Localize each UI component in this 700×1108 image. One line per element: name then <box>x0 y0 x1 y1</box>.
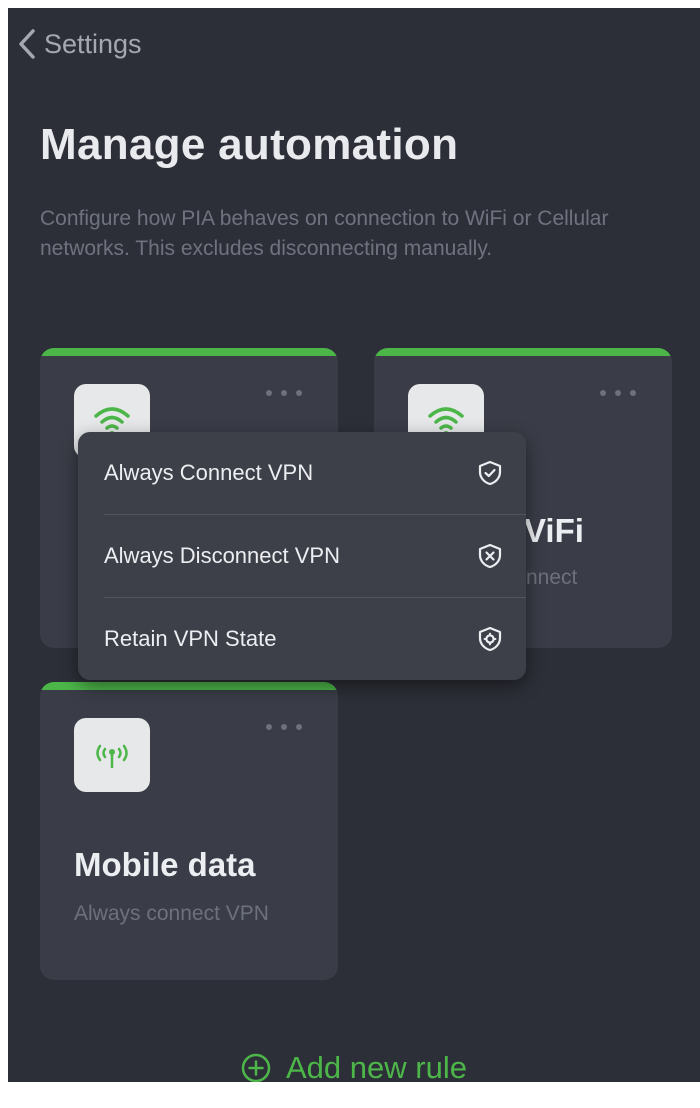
menu-item-label: Always Connect VPN <box>104 460 314 485</box>
page-title: Manage automation <box>40 120 459 169</box>
card-status-bar <box>40 348 338 356</box>
shield-x-icon <box>478 543 502 569</box>
card-more-button[interactable] <box>600 386 636 400</box>
add-new-rule-button[interactable]: Add new rule <box>240 1046 467 1082</box>
back-label: Settings <box>44 28 142 59</box>
card-icon-tile <box>74 718 150 792</box>
card-title: ViFi <box>524 512 584 549</box>
shield-gear-icon <box>478 626 502 652</box>
menu-item-always-disconnect[interactable]: Always Disconnect VPN <box>78 515 526 597</box>
shield-check-icon <box>478 460 502 486</box>
automation-card-mobile-data[interactable]: Mobile data Always connect VPN <box>40 682 338 980</box>
menu-item-label: Retain VPN State <box>104 626 277 651</box>
page-description: Configure how PIA behaves on connection … <box>40 207 609 260</box>
card-more-button[interactable] <box>266 386 302 400</box>
menu-item-retain-state[interactable]: Retain VPN State <box>78 598 526 680</box>
cellular-antenna-icon <box>96 744 128 769</box>
card-status-bar <box>374 348 672 356</box>
plus-circle-icon <box>241 1053 271 1082</box>
menu-item-label: Always Disconnect VPN <box>104 543 340 568</box>
chevron-left-icon <box>19 29 35 59</box>
card-title: Mobile data <box>74 846 256 883</box>
menu-item-always-connect[interactable]: Always Connect VPN <box>78 432 526 514</box>
screen: Settings Manage automation Configure how… <box>8 8 700 1082</box>
rule-action-menu: Always Connect VPN Always Disconnect VPN… <box>78 432 526 680</box>
card-subtitle: Always connect VPN <box>74 902 269 925</box>
card-more-button[interactable] <box>266 720 302 734</box>
back-button[interactable]: Settings <box>16 26 142 62</box>
card-subtitle: nnect <box>526 566 578 589</box>
add-new-rule-label: Add new rule <box>286 1050 467 1082</box>
card-status-bar <box>40 682 338 690</box>
